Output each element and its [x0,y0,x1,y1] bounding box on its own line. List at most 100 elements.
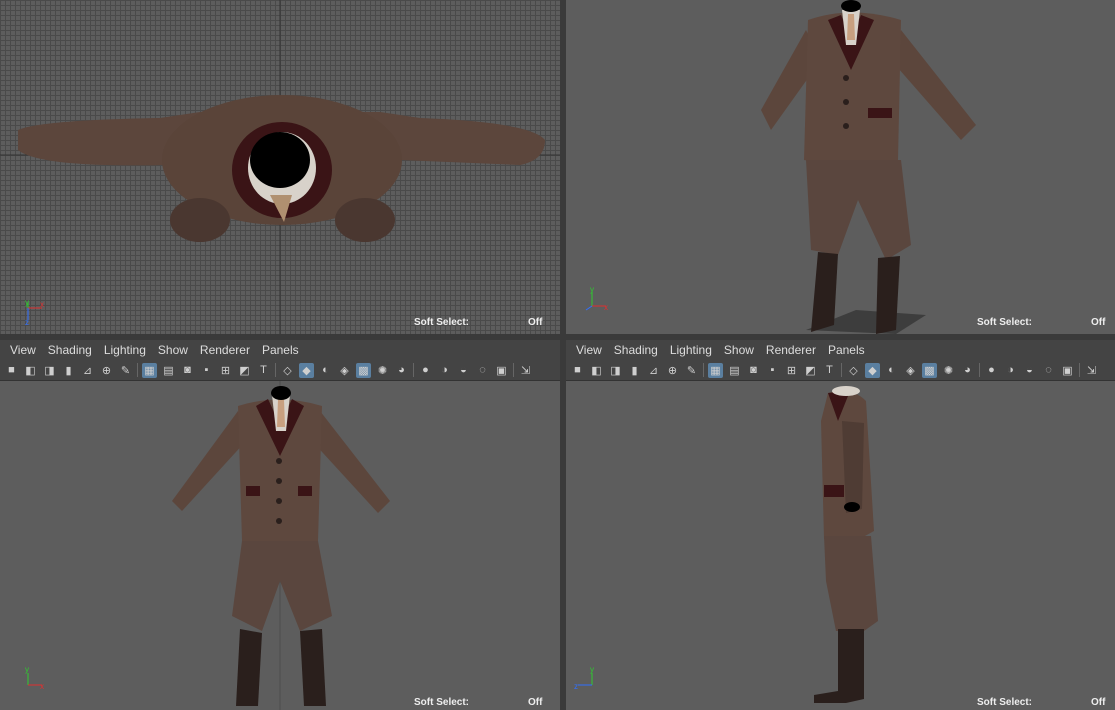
default-material-icon[interactable]: ◈ [903,363,918,378]
menu-shading[interactable]: Shading [48,343,92,357]
image-plane-icon[interactable]: ✎ [684,363,699,378]
menu-view[interactable]: View [576,343,602,357]
axis-y-label: y [25,298,29,307]
menu-lighting[interactable]: Lighting [670,343,712,357]
image-plane-icon[interactable]: ⊿ [646,363,661,378]
menu-renderer[interactable]: Renderer [766,343,816,357]
display-icon[interactable]: ⇲ [1084,363,1099,378]
menu-panels[interactable]: Panels [828,343,865,357]
image-plane-icon[interactable]: ✎ [118,363,133,378]
multisample-icon[interactable]: ▣ [494,363,509,378]
camera-icon[interactable]: ■ [4,363,19,378]
safe-action-icon[interactable]: ◩ [237,363,252,378]
light-icon[interactable]: ✺ [375,363,390,378]
shadow-icon[interactable]: ◕ [960,363,975,378]
light-icon[interactable]: ✺ [941,363,956,378]
wireframe-grid-icon[interactable]: ▦ [708,362,723,378]
ambient-occlusion-icon[interactable]: ◒ [1022,363,1037,378]
soft-select-value: Off [528,697,543,708]
axis-y-label: y [25,665,29,674]
axis-indicator-side: y z [574,665,604,695]
panel-menubar-side: View Shading Lighting Show Renderer Pane… [566,340,1115,360]
toolbar-separator [841,363,842,377]
field-chart-icon[interactable]: ⊞ [218,363,233,378]
axis-y-label: y [590,665,594,674]
smooth-shade-icon[interactable]: ◆ [299,362,314,378]
shadow-icon[interactable]: ◕ [394,363,409,378]
resolution-gate-icon[interactable]: ◙ [180,363,195,378]
default-material-icon[interactable]: ◈ [337,363,352,378]
top-view-model [0,0,560,334]
panel-menubar-front: View Shading Lighting Show Renderer Pane… [0,340,560,360]
menu-show[interactable]: Show [158,343,188,357]
camera-attr-icon[interactable]: ◧ [589,363,604,378]
motion-blur-icon[interactable]: ◌ [475,363,490,378]
wireframe-icon[interactable]: ◇ [846,363,861,378]
menu-view[interactable]: View [10,343,36,357]
axis-indicator-persp: y x [582,285,612,316]
menu-renderer[interactable]: Renderer [200,343,250,357]
field-chart-icon[interactable]: ⊞ [784,363,799,378]
isolate-icon[interactable]: ● [984,363,999,378]
soft-select-label: Soft Select: [977,317,1033,328]
menu-shading[interactable]: Shading [614,343,658,357]
toolbar-separator [513,363,514,377]
toolbar-separator [979,363,980,377]
toolbar-separator [413,363,414,377]
soft-select-value: Off [528,317,543,328]
toolbar-separator [1079,363,1080,377]
viewport-side[interactable]: y z Soft Select: Off [566,381,1115,710]
gate-mask-icon[interactable]: ▪ [765,363,780,378]
safe-title-icon[interactable]: T [822,363,837,378]
multisample-icon[interactable]: ▣ [1060,363,1075,378]
axis-x-label: x [604,303,608,312]
wireframe-icon[interactable]: ◇ [280,363,295,378]
image-plane-icon[interactable]: ⊿ [80,363,95,378]
xray-joint-icon[interactable]: ◑ [437,363,452,378]
menu-show[interactable]: Show [724,343,754,357]
viewport-front[interactable]: y x Soft Select: Off [0,381,560,710]
motion-blur-icon[interactable]: ◌ [1041,363,1056,378]
bookmark-icon[interactable]: ▮ [627,363,642,378]
xray-icon[interactable]: ◐ [318,363,333,378]
menu-lighting[interactable]: Lighting [104,343,146,357]
resolution-gate-icon[interactable]: ◙ [746,363,761,378]
soft-select-value: Off [1091,317,1106,328]
toolbar-separator [275,363,276,377]
viewport-persp[interactable]: y x Soft Select: Off [566,0,1115,334]
wireframe-grid-icon[interactable]: ▦ [142,362,157,378]
axis-z-label: z [25,318,29,327]
film-gate-icon[interactable]: ▤ [727,363,742,378]
gate-mask-icon[interactable]: ▪ [199,363,214,378]
camera-attr-icon[interactable]: ◨ [608,363,623,378]
xray-joint-icon[interactable]: ◑ [1003,363,1018,378]
axis-indicator-front: y x [22,665,52,695]
soft-select-label: Soft Select: [977,697,1033,708]
soft-select-value: Off [1091,697,1106,708]
isolate-icon[interactable]: ● [418,363,433,378]
safe-title-icon[interactable]: T [256,363,271,378]
display-icon[interactable]: ⇲ [518,363,533,378]
bookmark-icon[interactable]: ▮ [61,363,76,378]
xray-icon[interactable]: ◐ [884,363,899,378]
panel-toolbar-front: ■ ◧ ◨ ▮ ⊿ ⊕ ✎ ▦ ▤ ◙ ▪ ⊞ ◩ T ◇ ◆ ◐ ◈ ▩ ✺ … [0,360,560,381]
axis-z-label: z [574,682,578,691]
smooth-shade-icon[interactable]: ◆ [865,362,880,378]
image-plane-icon[interactable]: ⊕ [665,363,680,378]
menu-panels[interactable]: Panels [262,343,299,357]
camera-icon[interactable]: ■ [570,363,585,378]
film-gate-icon[interactable]: ▤ [161,363,176,378]
texture-icon[interactable]: ▩ [356,362,371,378]
axis-y-label: y [590,286,594,294]
persp-view-model [761,0,976,334]
toolbar-separator [137,363,138,377]
ambient-occlusion-icon[interactable]: ◒ [456,363,471,378]
axis-x-label: x [40,682,44,691]
camera-attr-icon[interactable]: ◧ [23,363,38,378]
axis-x-label: x [40,300,44,309]
camera-attr-icon[interactable]: ◨ [42,363,57,378]
viewport-top[interactable]: y x z Soft Select: Off [0,0,560,334]
image-plane-icon[interactable]: ⊕ [99,363,114,378]
texture-icon[interactable]: ▩ [922,362,937,378]
safe-action-icon[interactable]: ◩ [803,363,818,378]
